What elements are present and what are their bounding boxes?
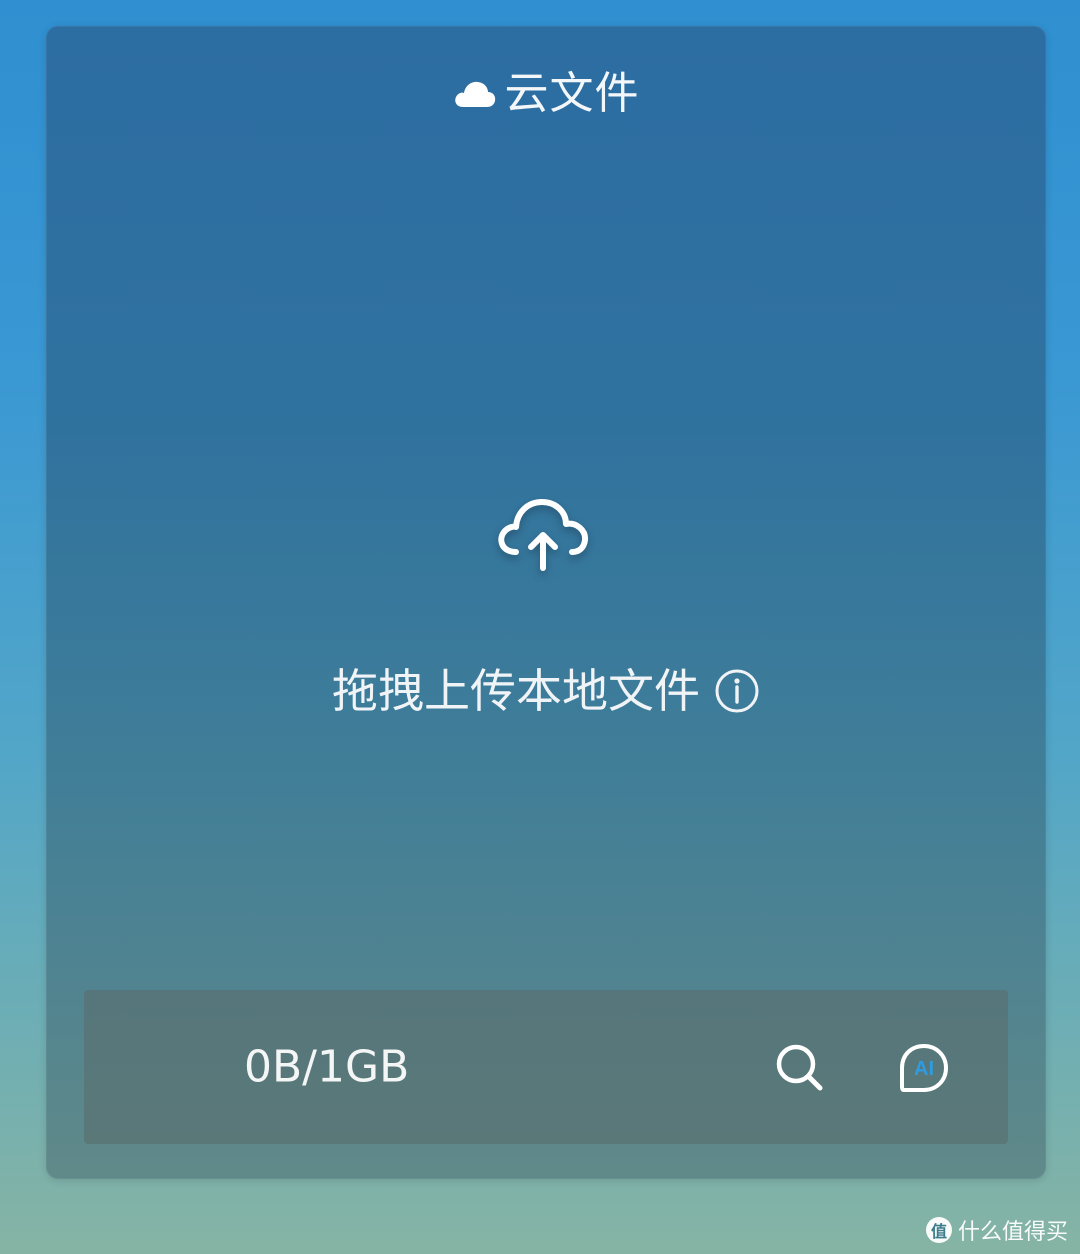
widget-title: 云文件: [504, 68, 640, 119]
widget-footer: 0B/1GB AI: [84, 990, 1008, 1144]
upload-drop-zone[interactable]: 拖拽上传本地文件: [46, 486, 1046, 714]
cloud-upload-icon: [486, 486, 606, 596]
cloud-files-widget: 云文件 拖拽上传本地文件 0B/1GB AI: [46, 26, 1046, 1179]
info-icon[interactable]: [714, 668, 760, 714]
ai-icon: AI: [900, 1044, 948, 1092]
ai-label: AI: [914, 1058, 934, 1080]
storage-usage: 0B/1GB: [244, 1041, 410, 1093]
watermark-text: 什么值得买: [957, 1220, 1068, 1245]
watermark: 值 什么值得买: [925, 1214, 1068, 1246]
ai-assistant-button[interactable]: AI: [894, 1038, 954, 1098]
widget-header: 云文件: [46, 66, 1046, 122]
upload-hint-text: 拖拽上传本地文件: [332, 664, 700, 718]
cloud-icon: [453, 79, 497, 109]
upload-hint: 拖拽上传本地文件: [332, 668, 760, 714]
search-icon: [776, 1044, 823, 1091]
search-button[interactable]: [772, 1040, 828, 1096]
watermark-logo: 值: [925, 1217, 952, 1243]
